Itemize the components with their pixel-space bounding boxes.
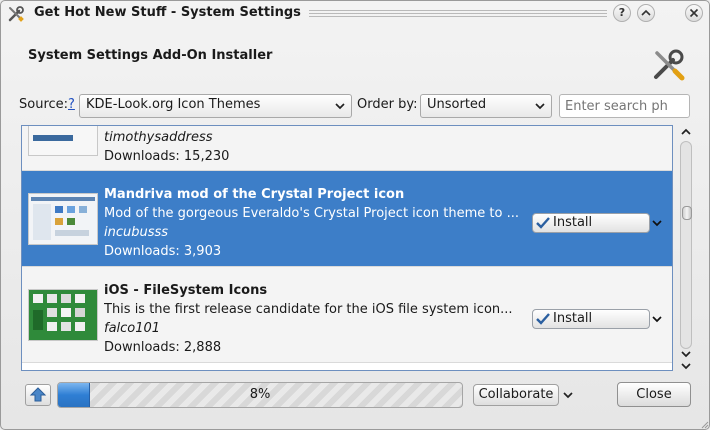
progress-bar: 8% [57, 382, 463, 408]
close-window-button[interactable] [685, 4, 703, 22]
arrow-up-icon [29, 387, 47, 402]
scroll-track[interactable] [680, 141, 692, 349]
list-scrollbar[interactable] [677, 125, 695, 371]
window-title: Get Hot New Stuff - System Settings [34, 5, 301, 20]
item-description: This is the first release candidate for … [104, 302, 513, 317]
addon-list[interactable]: timothysaddress Downloads: 15,230 Mandri… [21, 125, 673, 371]
chevron-down-icon[interactable] [652, 218, 662, 228]
tools-icon [654, 49, 685, 81]
title-bar-grip [309, 10, 607, 19]
chevron-up-icon [641, 9, 651, 16]
install-button-label: Install [553, 215, 593, 230]
close-icon [689, 8, 699, 18]
page-title: System Settings Add-On Installer [28, 48, 273, 63]
divider [22, 362, 672, 363]
scroll-thumb[interactable] [682, 206, 692, 220]
progress-text: 8% [249, 387, 271, 402]
item-thumbnail [28, 126, 98, 156]
close-button-label: Close [636, 387, 672, 402]
collaborate-button[interactable]: Collaborate [473, 384, 559, 406]
item-downloads: Downloads: 2,888 [104, 340, 222, 355]
item-author: incubusss [104, 225, 169, 240]
item-name: iOS - FileSystem Icons [104, 283, 268, 298]
item-author: timothysaddress [104, 130, 213, 145]
source-help-link[interactable]: ? [68, 97, 75, 112]
list-item-selected[interactable]: Mandriva mod of the Crystal Project icon… [22, 171, 672, 266]
item-name: Mandriva mod of the Crystal Project icon [104, 187, 405, 202]
tools-icon [8, 6, 24, 22]
chevron-down-icon[interactable] [652, 314, 662, 324]
help-button[interactable]: ? [613, 4, 631, 22]
item-thumbnail [28, 289, 98, 341]
list-item[interactable]: iOS - FileSystem Icons This is the first… [22, 267, 672, 362]
item-downloads: Downloads: 15,230 [104, 149, 230, 164]
thumbnail-image [29, 194, 97, 244]
source-combo[interactable]: KDE-Look.org Icon Themes [79, 94, 352, 118]
thumbnail-image [29, 126, 97, 155]
chevron-down-icon [335, 103, 345, 110]
scroll-down-icon[interactable] [680, 349, 692, 359]
checkmark-icon [536, 313, 550, 325]
install-button[interactable]: Install [532, 213, 650, 233]
collaborate-button-label: Collaborate [478, 387, 554, 402]
list-item[interactable]: timothysaddress Downloads: 15,230 [22, 126, 672, 171]
source-combo-value: KDE-Look.org Icon Themes [86, 97, 261, 112]
scroll-up-icon[interactable] [680, 127, 692, 137]
source-label-text: Source: [19, 97, 69, 112]
install-button[interactable]: Install [532, 309, 650, 329]
upload-button[interactable] [25, 384, 51, 406]
window: Get Hot New Stuff - System Settings ? Sy… [0, 0, 710, 430]
item-thumbnail [28, 193, 98, 245]
chevron-down-icon[interactable] [563, 390, 573, 400]
order-combo-value: Unsorted [427, 97, 487, 112]
chevron-down-icon [535, 103, 545, 110]
resize-grip-icon[interactable] [701, 421, 709, 429]
minimize-button[interactable] [637, 4, 655, 22]
item-description: Mod of the gorgeous Everaldo's Crystal P… [104, 206, 519, 221]
title-bar[interactable]: Get Hot New Stuff - System Settings ? [1, 1, 709, 27]
thumbnail-image [29, 290, 97, 340]
source-label: Source: [19, 97, 68, 112]
item-downloads: Downloads: 3,903 [104, 244, 222, 259]
checkmark-icon [536, 217, 550, 229]
item-author: falco101 [104, 321, 161, 336]
search-input[interactable] [559, 94, 690, 118]
order-combo[interactable]: Unsorted [420, 94, 552, 118]
close-button[interactable]: Close [617, 382, 691, 407]
scroll-down-icon[interactable] [680, 361, 692, 371]
order-label: Order by: [357, 97, 418, 112]
install-button-label: Install [553, 311, 593, 326]
